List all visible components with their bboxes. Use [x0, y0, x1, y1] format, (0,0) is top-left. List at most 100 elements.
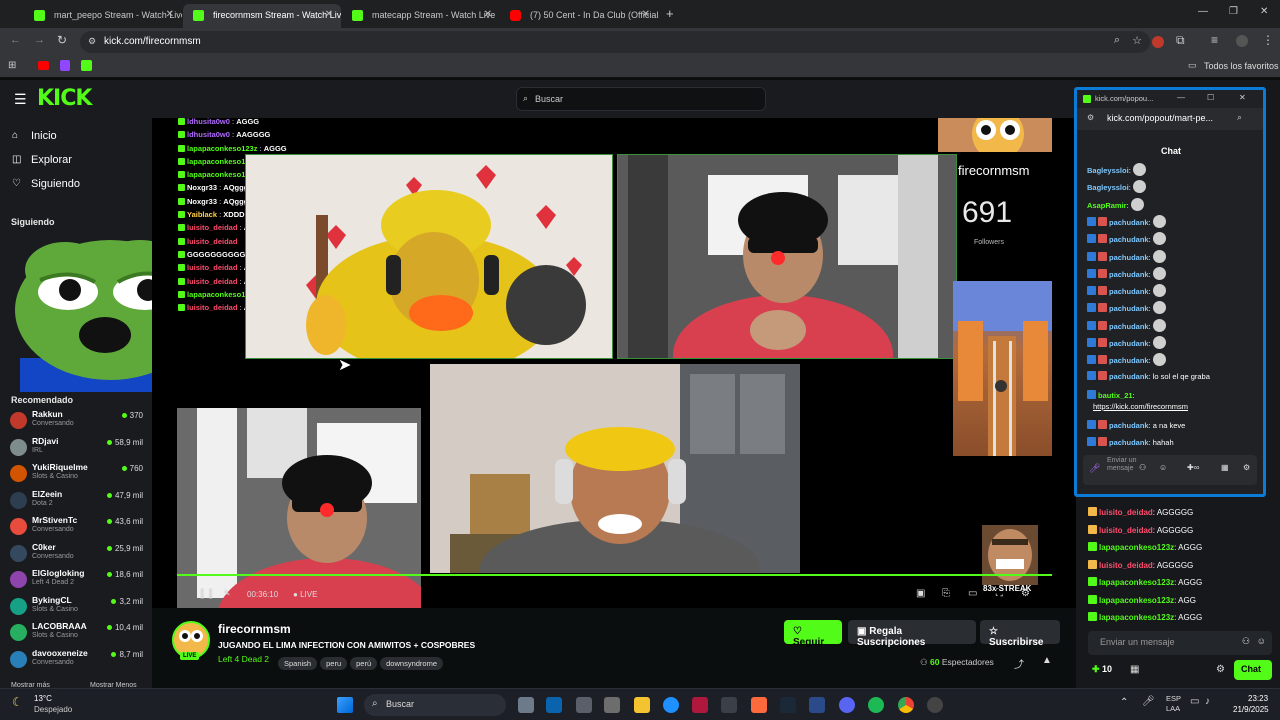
smiley-icon[interactable]: ☺: [1159, 463, 1167, 472]
chat-username[interactable]: luisito_deidad: [1099, 561, 1153, 570]
miniplayer-icon[interactable]: ▣: [916, 588, 925, 599]
copilot-icon[interactable]: [751, 697, 767, 713]
store-app-icon[interactable]: [604, 697, 620, 713]
chat-link[interactable]: https://kick.com/firecornmsm: [1093, 402, 1188, 411]
weather-icon[interactable]: ☾: [12, 695, 23, 709]
popout-close-icon[interactable]: ✕: [1239, 93, 1246, 102]
steam-alt-icon[interactable]: [809, 697, 825, 713]
share-icon[interactable]: ⤴: [1014, 656, 1024, 671]
address-bar[interactable]: ⚙ kick.com/firecornmsm ⌕ ☆: [80, 31, 1150, 53]
minimize-icon[interactable]: —: [1198, 6, 1208, 17]
back-icon[interactable]: ←: [10, 34, 21, 46]
tag-pill[interactable]: peru: [320, 657, 348, 670]
file-explorer-icon[interactable]: [634, 697, 650, 713]
browser-tab[interactable]: mart_peepo Stream - Watch Live ✕: [24, 4, 182, 28]
profile-avatar[interactable]: [1236, 35, 1248, 47]
media-queue-icon[interactable]: ≡: [1211, 33, 1218, 47]
browser-tab[interactable]: (7) 50 Cent - In Da Club (Official ✕: [500, 4, 658, 28]
taskbar-search[interactable]: ⌕ Buscar: [364, 694, 506, 716]
chat-username[interactable]: lapapaconkeso123z: [1099, 596, 1174, 605]
nav-siguiendo[interactable]: ♡ Siguiendo: [12, 178, 80, 190]
zoom-icon[interactable]: ⌕: [1114, 34, 1120, 47]
reload-icon[interactable]: ↻: [57, 33, 67, 47]
search-input[interactable]: ⌕ Buscar: [516, 87, 766, 111]
tag-pill[interactable]: Spanish: [278, 657, 318, 670]
nav-inicio[interactable]: ⌂ Inicio: [12, 130, 57, 142]
channel-item[interactable]: BykingCL Slots & Casino 3,2 mil: [10, 595, 146, 621]
emote-icon[interactable]: ⚇: [1139, 463, 1146, 472]
close-tab-icon[interactable]: ✕: [166, 9, 174, 20]
channel-item[interactable]: ElZeein Dota 2 47,9 mil: [10, 489, 146, 515]
close-tab-icon[interactable]: ✕: [325, 9, 333, 20]
stream-category[interactable]: Left 4 Dead 2: [218, 654, 269, 664]
epic-games-icon[interactable]: [721, 697, 737, 713]
steam-icon[interactable]: [780, 697, 796, 713]
app-icon[interactable]: [576, 697, 592, 713]
fullscreen-icon[interactable]: ⛶: [996, 588, 1003, 599]
theater-mode-icon[interactable]: ▭: [968, 588, 977, 599]
apps-grid-icon[interactable]: ⊞: [8, 60, 16, 71]
youtube-bookmark-icon[interactable]: [38, 61, 49, 70]
discord-icon[interactable]: [839, 697, 855, 713]
channel-item[interactable]: YukiRiquelme Slots & Casino 760: [10, 462, 146, 488]
emote-icon[interactable]: ⚇: [1242, 636, 1250, 647]
clip-icon[interactable]: ⎘: [942, 588, 950, 599]
window-close-icon[interactable]: ✕: [1260, 6, 1268, 17]
chat-username[interactable]: lapapaconkeso123z: [1099, 543, 1174, 552]
store-icon[interactable]: ▦: [1130, 664, 1139, 675]
extension-icon[interactable]: [1152, 36, 1164, 48]
browser-tab-active[interactable]: firecornmsm Stream - Watch Live ✕: [183, 4, 341, 28]
close-tab-icon[interactable]: ✕: [484, 9, 492, 20]
extensions-puzzle-icon[interactable]: ⧉: [1176, 33, 1185, 48]
zoom-icon[interactable]: ⌕: [1237, 112, 1242, 123]
channel-item[interactable]: C0ker Conversando 25,9 mil: [10, 542, 146, 568]
bookmark-star-icon[interactable]: ☆: [1132, 34, 1142, 47]
channel-item[interactable]: davooxeneize Conversando 8,7 mil: [10, 648, 146, 674]
tag-pill[interactable]: downsyndrome: [380, 657, 443, 670]
points-icon[interactable]: ✚∞: [1187, 463, 1199, 472]
all-bookmarks-link[interactable]: Todos los favoritos: [1204, 61, 1279, 71]
settings-gear-icon[interactable]: ⚙: [1021, 588, 1030, 599]
site-info-icon[interactable]: ⚙: [88, 36, 96, 47]
hamburger-menu-icon[interactable]: ☰: [14, 91, 27, 108]
browser-menu-icon[interactable]: ⋮: [1262, 33, 1274, 47]
restore-icon[interactable]: ❐: [1229, 6, 1238, 17]
kick-bookmark-icon[interactable]: [81, 60, 92, 71]
chat-username[interactable]: luisito_deidad: [1099, 508, 1153, 517]
windows-start-icon[interactable]: [337, 697, 353, 713]
video-progress-bar[interactable]: [177, 574, 1052, 576]
close-tab-icon[interactable]: ✕: [642, 9, 650, 20]
video-player[interactable]: ldhusita0w0 : AGGG ldhusita0w0 : AAGGGG la…: [152, 118, 1076, 608]
volume-icon[interactable]: ♪: [1205, 696, 1210, 707]
chrome-icon[interactable]: [898, 697, 914, 713]
popout-maximize-icon[interactable]: ☐: [1207, 93, 1214, 102]
nav-explorar[interactable]: ◫ Explorar: [12, 154, 72, 166]
microphone-icon[interactable]: 🎤︎: [1089, 463, 1100, 474]
chat-input[interactable]: Enviar un mensaje ⚇ ☺: [1088, 631, 1272, 655]
language-layout[interactable]: LAA: [1166, 704, 1180, 713]
kick-logo[interactable]: KICK: [37, 86, 92, 111]
report-icon[interactable]: ▲: [1042, 655, 1052, 666]
smiley-icon[interactable]: ☺: [1257, 636, 1266, 646]
popout-minimize-icon[interactable]: —: [1177, 93, 1185, 102]
app-red-icon[interactable]: [692, 697, 708, 713]
chat-send-button[interactable]: Chat: [1234, 660, 1272, 680]
channel-item[interactable]: RDjavi IRL 58,9 mil: [10, 436, 146, 462]
subscribe-button[interactable]: ☆ Suscribirse: [980, 620, 1060, 648]
tray-chevron-icon[interactable]: ⌃: [1120, 697, 1128, 708]
channel-item[interactable]: LACOBRAAA Slots & Casino 10,4 mil: [10, 621, 146, 647]
microphone-icon[interactable]: 🎤︎: [1142, 696, 1155, 707]
chat-settings-icon[interactable]: ⚙: [1216, 664, 1225, 675]
chat-username[interactable]: lapapaconkeso123z: [1099, 578, 1174, 587]
channel-item[interactable]: Rakkun Conversando 370: [10, 409, 146, 435]
edge-icon[interactable]: [663, 697, 679, 713]
task-view-icon[interactable]: [518, 697, 534, 713]
chat-username[interactable]: luisito_deidad: [1099, 526, 1153, 535]
language-code[interactable]: ESP: [1166, 694, 1181, 703]
popout-chat-input[interactable]: 🎤︎ Enviar un mensaje ⚇ ☺ ✚∞ ▦ ⚙: [1083, 455, 1257, 485]
twitch-bookmark-icon[interactable]: [60, 60, 70, 71]
gift-subs-button[interactable]: ▣ Regala Suscripciones: [848, 620, 976, 648]
tag-pill[interactable]: perú: [350, 657, 378, 670]
channel-name[interactable]: firecornmsm: [218, 622, 291, 636]
settings-gear-icon[interactable]: ⚙: [1243, 463, 1250, 472]
